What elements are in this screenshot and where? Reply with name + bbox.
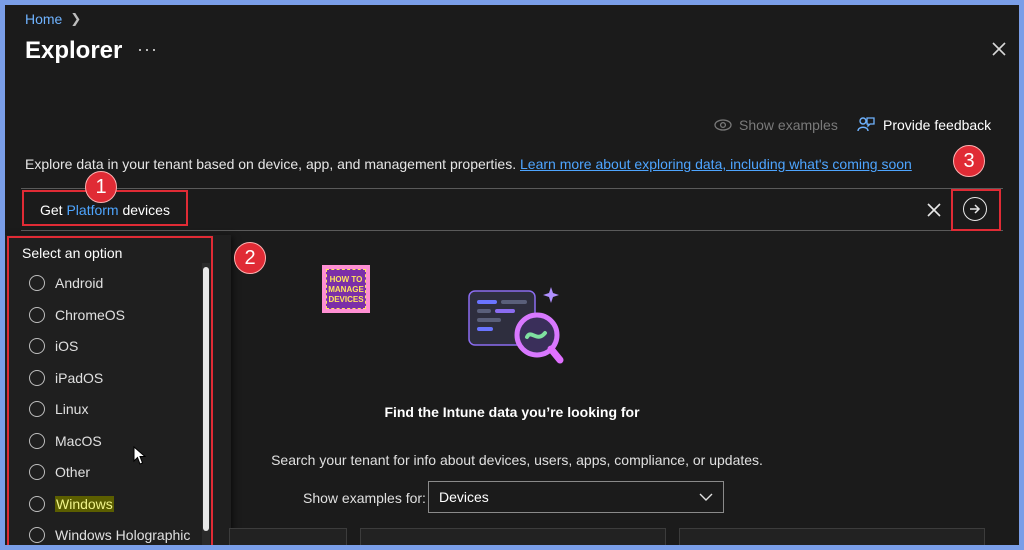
annotation-badge-3: 3: [953, 145, 985, 177]
annotation-box-2: [7, 236, 213, 545]
annotation-badge-1: 1: [85, 171, 117, 203]
intro-description: Explore data in your tenant based on dev…: [25, 156, 517, 172]
chevron-down-icon: [699, 493, 713, 501]
show-examples-button[interactable]: Show examples: [714, 117, 838, 133]
hero-title: Find the Intune data you’re looking for: [384, 404, 640, 420]
logo-line-3: DEVICES: [328, 295, 364, 304]
show-examples-label: Show examples: [739, 117, 838, 133]
intro-text: Explore data in your tenant based on dev…: [25, 156, 912, 172]
eye-icon: [714, 119, 732, 131]
breadcrumb: Home ❯: [25, 11, 81, 27]
hero-subtitle: Search your tenant for info about device…: [271, 452, 763, 468]
logo-text: HOW TO MANAGE DEVICES: [326, 269, 366, 309]
example-card[interactable]: [679, 528, 985, 545]
close-icon[interactable]: [989, 39, 1009, 59]
feedback-icon: [857, 117, 875, 132]
logo-line-1: HOW TO: [329, 275, 363, 284]
breadcrumb-home-link[interactable]: Home: [25, 11, 62, 27]
example-card[interactable]: [360, 528, 666, 545]
examples-select-value: Devices: [439, 489, 489, 505]
examples-select[interactable]: Devices: [428, 481, 724, 513]
logo-line-2: MANAGE: [328, 285, 364, 294]
page-title: Explorer: [25, 37, 123, 64]
example-card[interactable]: [229, 528, 347, 545]
examples-label: Show examples for:: [303, 490, 426, 506]
provide-feedback-label: Provide feedback: [883, 117, 992, 133]
chevron-right-icon: ❯: [70, 11, 82, 26]
provide-feedback-button[interactable]: Provide feedback: [857, 116, 991, 134]
learn-more-link[interactable]: Learn more about exploring data, includi…: [520, 156, 912, 172]
more-options-button[interactable]: ···: [137, 39, 158, 60]
annotation-badge-2: 2: [234, 242, 266, 274]
how-to-manage-devices-logo: HOW TO MANAGE DEVICES: [322, 265, 370, 313]
data-explorer-illustration: [468, 287, 564, 364]
annotation-box-3: [951, 189, 1001, 231]
explorer-window: Home ❯ Explorer ··· Show examples Provid…: [5, 5, 1019, 545]
clear-query-icon[interactable]: [925, 201, 943, 219]
